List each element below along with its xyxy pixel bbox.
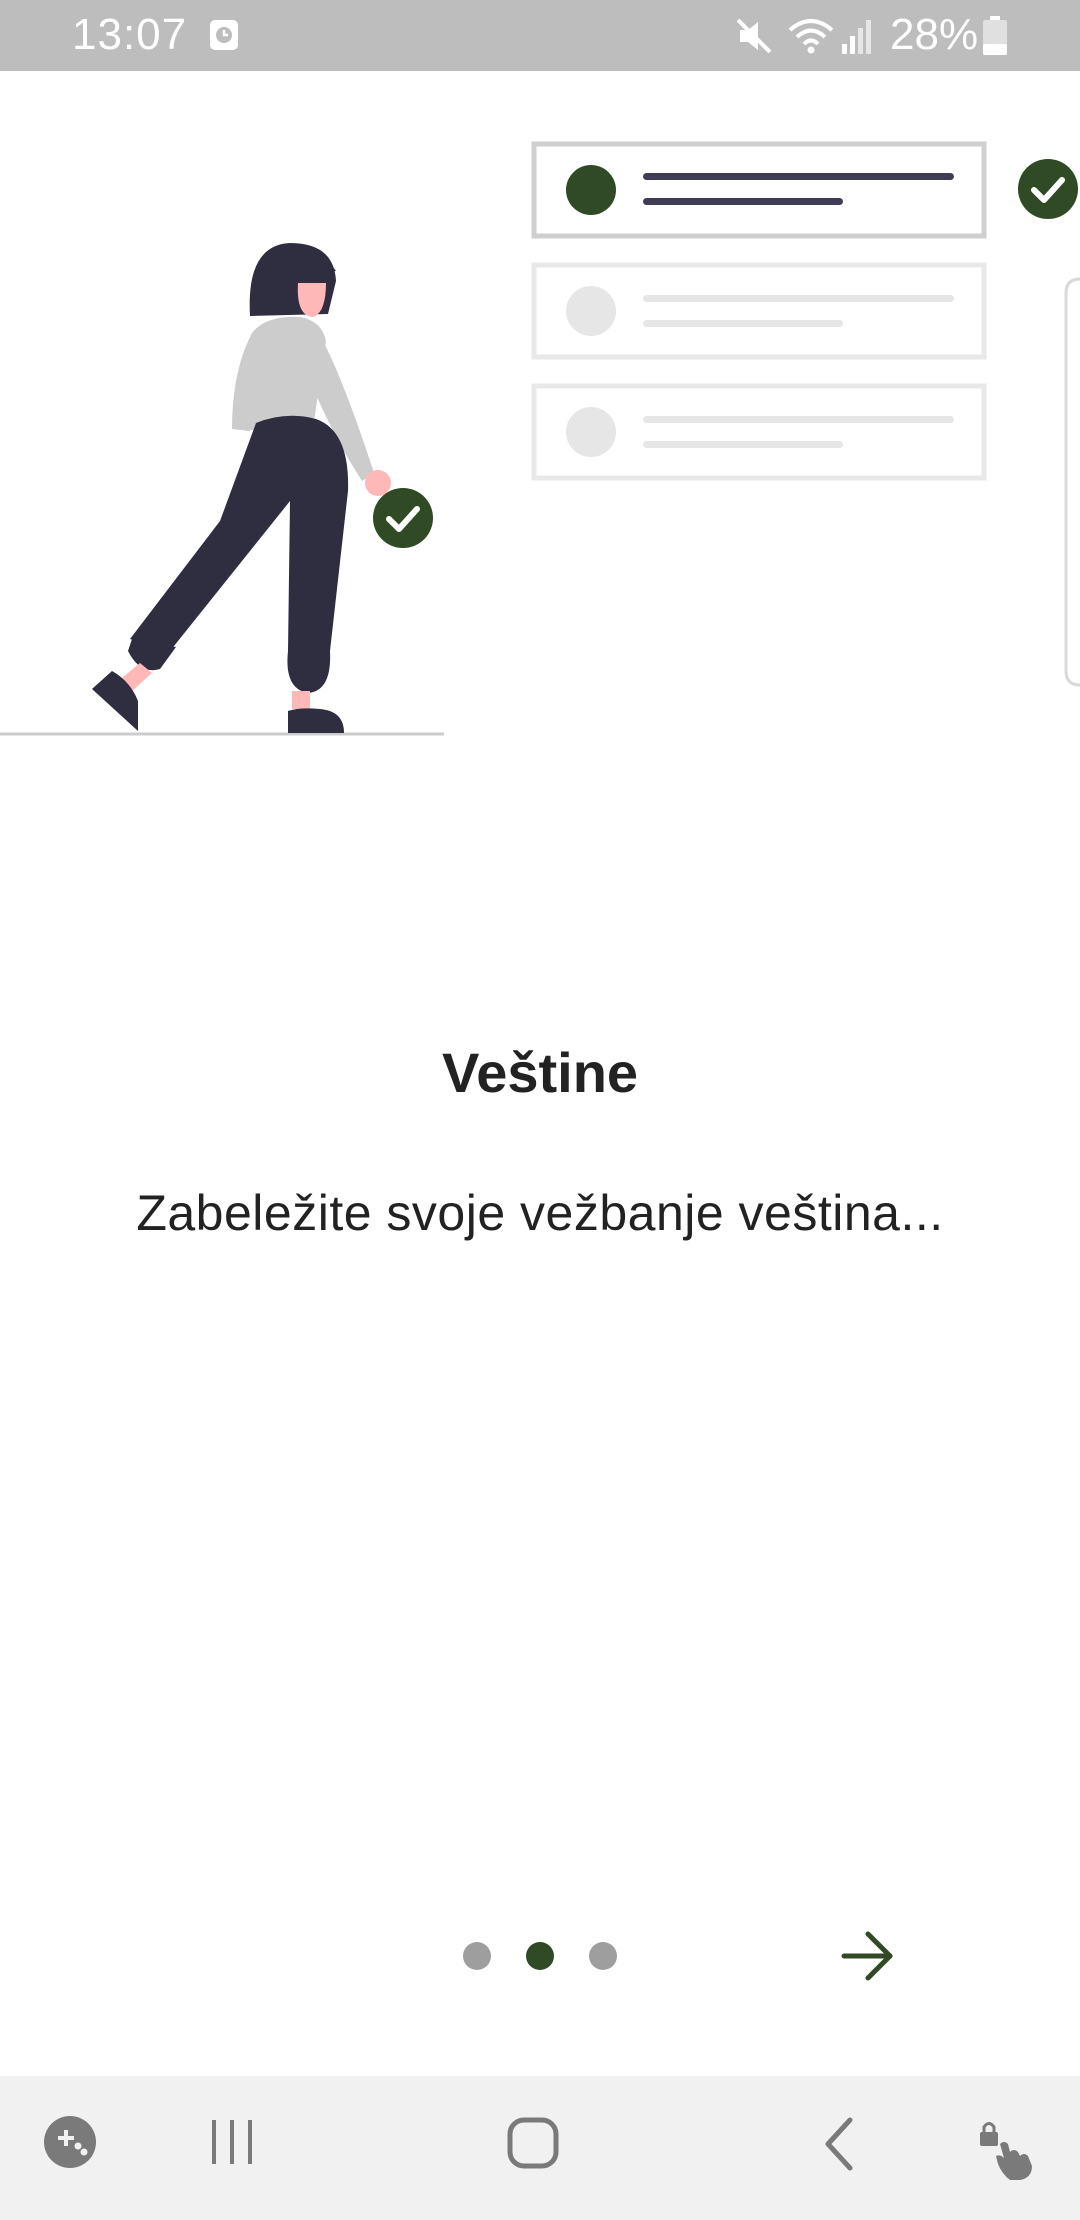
slide-description: Zabeležite svoje vežbanje veština...	[136, 1185, 944, 1241]
status-bar: 13:07 28%	[0, 0, 1080, 71]
next-slide-edge	[1064, 277, 1080, 687]
checklist-card	[531, 262, 987, 360]
recents-icon[interactable]	[204, 2114, 260, 2170]
checklist-card-checked	[531, 141, 987, 239]
home-icon[interactable]	[504, 2114, 564, 2174]
navigation-bar	[0, 2076, 1080, 2220]
arrow-right-icon	[841, 1931, 893, 1981]
illustration	[0, 141, 1080, 736]
mute-icon	[736, 18, 772, 54]
back-icon[interactable]	[812, 2114, 868, 2174]
slide-title: Veštine	[441, 1041, 639, 1104]
battery-icon	[983, 16, 1007, 55]
page-indicator-dot-3[interactable]	[589, 1942, 617, 1970]
game-launcher-icon[interactable]	[42, 2114, 98, 2170]
check-badge-icon	[1018, 159, 1078, 219]
clock-icon	[210, 20, 238, 50]
battery-percentage: 28%	[890, 10, 979, 59]
status-time: 13:07	[72, 10, 188, 59]
checklist-card	[531, 383, 987, 481]
page-indicator-dot-1[interactable]	[463, 1942, 491, 1970]
woman-figure	[0, 243, 444, 736]
touch-lock-icon[interactable]	[976, 2118, 1040, 2182]
wifi-icon	[788, 19, 834, 54]
signal-icon	[842, 20, 871, 54]
next-button[interactable]	[832, 1924, 902, 1988]
page-indicator-dot-2-active[interactable]	[526, 1942, 554, 1970]
